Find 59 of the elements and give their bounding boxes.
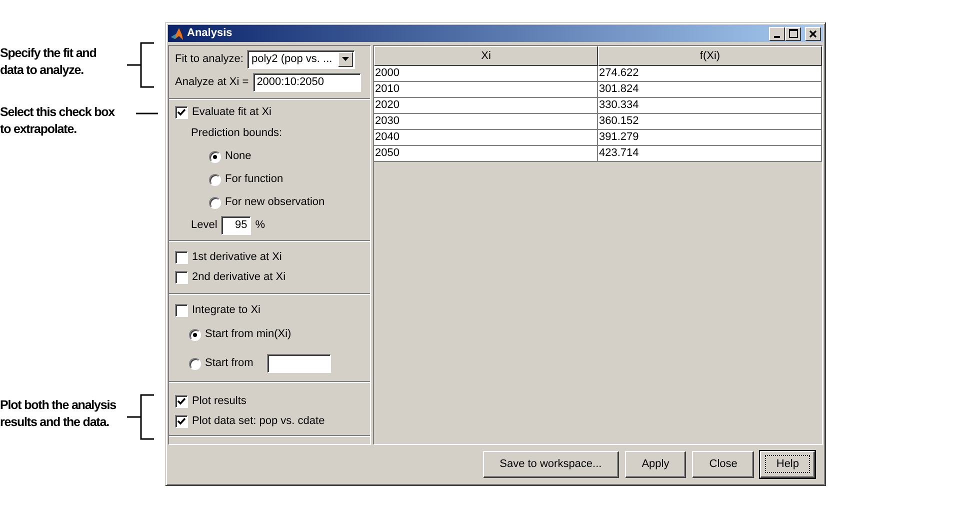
table-cell: 2000	[374, 66, 598, 82]
field-label: Analyze at Xi =	[175, 74, 249, 90]
bracket-leader	[126, 394, 156, 440]
column-header[interactable]: f(Xi)	[598, 46, 822, 66]
callout-text: Select this check box	[0, 104, 115, 121]
checkbox[interactable]: 2nd derivative at Xi	[175, 267, 364, 287]
table-cell: 2050	[374, 146, 598, 162]
checkbox[interactable]: Integrate to Xi	[175, 300, 364, 320]
table-cell: 423.714	[598, 146, 822, 162]
radio-button[interactable]: None	[175, 145, 364, 168]
input-field[interactable]: 2000:10:2050	[252, 72, 361, 92]
callout-text: results and the data.	[0, 414, 110, 431]
checkbox[interactable]: Evaluate fit at Xi	[175, 102, 364, 122]
leader-line	[136, 112, 158, 115]
check-icon	[177, 416, 186, 426]
table-cell: 360.152	[598, 114, 822, 130]
callout-text: Plot both the analysis	[0, 397, 116, 414]
dialog-button[interactable]: Apply	[624, 450, 686, 478]
checkbox[interactable]: Plot results	[175, 391, 364, 411]
table-cell: 2040	[374, 130, 598, 146]
table-cell: 2030	[374, 114, 598, 130]
radio-button[interactable]: Start from min(Xi)	[189, 326, 292, 343]
table-cell: 274.622	[598, 66, 822, 82]
window-title: Analysis	[187, 26, 232, 42]
input-field[interactable]	[267, 354, 332, 373]
input-field[interactable]: 95	[221, 216, 252, 235]
dialog-button[interactable]: Save to workspace...	[482, 450, 619, 478]
help-button[interactable]: Help	[760, 450, 815, 478]
table-cell: 2010	[374, 82, 598, 98]
close-icon	[809, 30, 817, 38]
minimize-icon	[774, 36, 780, 38]
minimize-button[interactable]	[769, 26, 785, 40]
bracket-leader	[126, 42, 156, 88]
checkbox[interactable]: 1st derivative at Xi	[175, 247, 364, 267]
unit-label: %	[255, 218, 266, 234]
maximize-icon	[788, 29, 798, 38]
field-label: Fit to analyze:	[175, 52, 244, 67]
fit-dropdown[interactable]: poly2 (pop vs. ...	[247, 50, 356, 68]
table-cell: 391.279	[598, 130, 822, 146]
maximize-button[interactable]	[785, 26, 801, 40]
check-icon	[177, 396, 186, 406]
checkbox[interactable]: Plot data set: pop vs. cdate	[175, 411, 364, 431]
dialog-button[interactable]: Close	[692, 450, 754, 478]
table-cell: 2020	[374, 98, 598, 114]
section-label: Prediction bounds:	[191, 126, 282, 142]
radio-button[interactable]: Start from	[189, 355, 254, 372]
radio-button[interactable]: For function	[175, 168, 364, 191]
caret-icon	[342, 57, 350, 61]
callout-text: Specify the fit and	[0, 45, 96, 62]
callout-text: to extrapolate.	[0, 121, 78, 138]
radio-button[interactable]: For new observation	[175, 191, 364, 214]
logo-icon	[170, 26, 184, 40]
table-cell: 330.334	[598, 98, 822, 114]
field-label: Level	[191, 218, 218, 234]
column-header[interactable]: Xi	[374, 46, 598, 66]
callout-text: data to analyze.	[0, 62, 84, 79]
close-button[interactable]	[805, 26, 821, 40]
table-cell: 301.824	[598, 82, 822, 98]
check-icon	[177, 108, 186, 116]
